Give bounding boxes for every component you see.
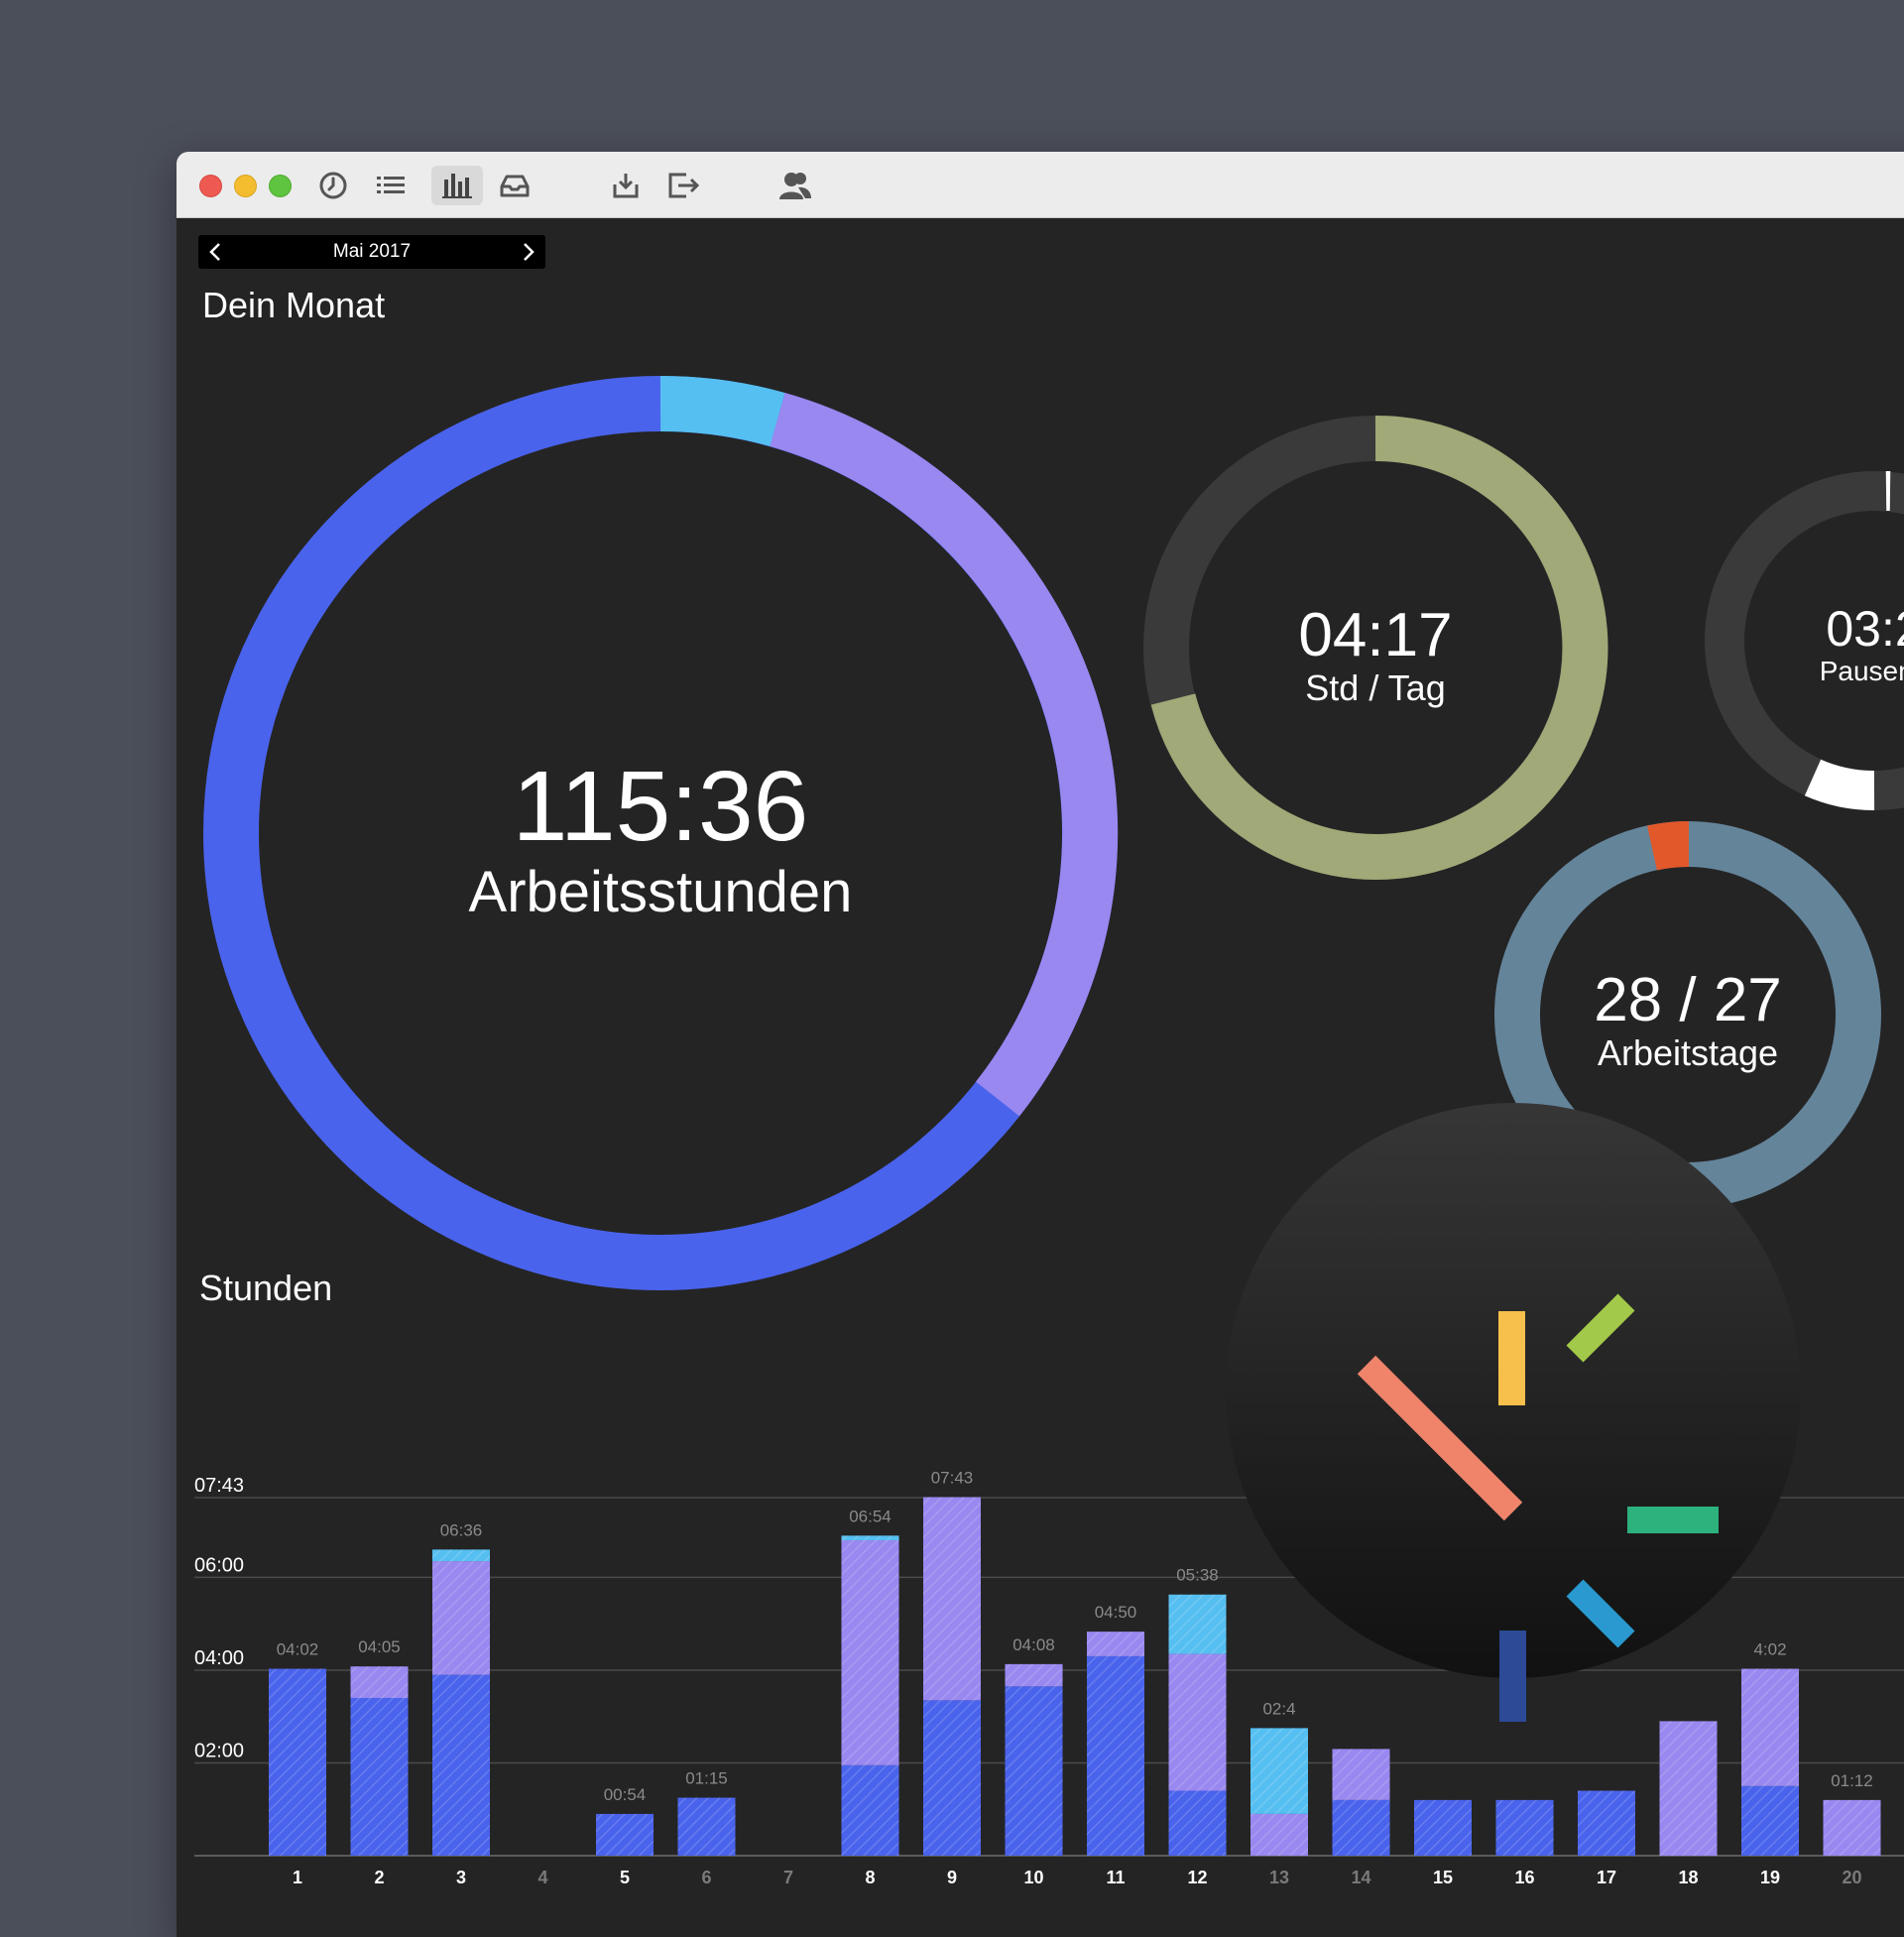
- logo-tick-top: [1498, 1311, 1525, 1405]
- app-logo-overlay: [177, 152, 1904, 1937]
- app-logo: [1226, 1103, 1801, 1722]
- logo-tick-right: [1627, 1507, 1719, 1533]
- app-window: Mai 2017 Dein Monat 115:36: [177, 152, 1904, 1937]
- logo-tick-bottom: [1499, 1631, 1526, 1722]
